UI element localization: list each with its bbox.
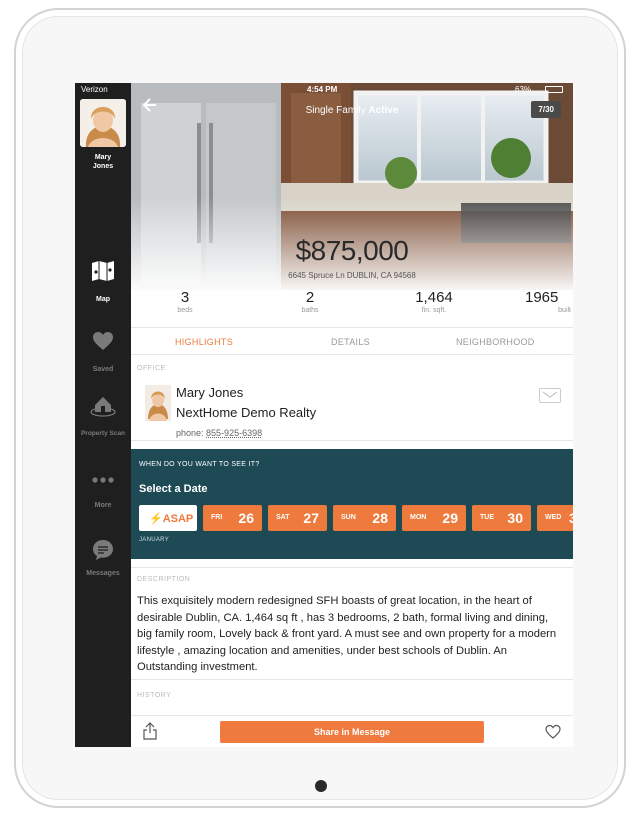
battery-icon [545, 86, 563, 93]
stat-built: 1965 built [525, 289, 573, 314]
user-last-name: Jones [92, 163, 114, 170]
divider [131, 679, 573, 680]
history-section-label: HISTORY [137, 692, 172, 699]
clock-text: 4:54 PM [307, 85, 338, 94]
phone-prefix: phone: [176, 428, 204, 438]
listing-type: Single Family [305, 105, 366, 116]
heart-icon[interactable] [91, 329, 115, 353]
stat-label: baths [301, 307, 319, 314]
stat-beds: 3 beds [145, 289, 225, 314]
date-wed-button[interactable]: WED 31 [537, 505, 573, 531]
chat-bubble-icon[interactable] [91, 538, 115, 562]
bottom-action-bar: Share in Message [131, 715, 573, 747]
listing-type-status: Single Family Active [131, 105, 573, 116]
battery-text: 63% [515, 85, 532, 94]
camera-dot [315, 780, 327, 792]
schedule-title: Select a Date [139, 483, 208, 495]
listing-status: Active [368, 105, 399, 116]
day-name: SAT [276, 514, 290, 521]
day-date: 29 [442, 510, 458, 526]
agent-name: Mary Jones [176, 385, 244, 400]
date-mon-button[interactable]: MON 29 [402, 505, 466, 531]
divider [131, 567, 573, 568]
stat-value: 3 [180, 289, 190, 306]
user-first-name: Mary [94, 154, 112, 161]
sidebar-item-saved[interactable]: Saved [75, 365, 131, 374]
description-text: This exquisitely modern redesigned SFH b… [137, 595, 557, 673]
favorite-heart-icon[interactable] [545, 724, 561, 740]
stat-value: 1965 [525, 289, 559, 306]
photo-counter: 7/30 [531, 101, 561, 118]
stat-label: beds [177, 307, 193, 314]
schedule-question: WHEN DO YOU WANT TO SEE IT? [139, 461, 260, 468]
day-date: 27 [303, 510, 319, 526]
day-date: 30 [507, 510, 523, 526]
mail-icon[interactable] [539, 388, 561, 403]
date-asap-button[interactable]: ⚡ASAP [139, 505, 197, 531]
tab-highlights[interactable]: HIGHLIGHTS [175, 337, 233, 347]
schedule-panel: WHEN DO YOU WANT TO SEE IT? Select a Dat… [131, 449, 573, 559]
day-name: FRI [211, 514, 223, 521]
carrier-text: Verizon [81, 85, 108, 94]
detail-tabs: HIGHLIGHTS DETAILS NEIGHBORHOOD [131, 327, 573, 355]
status-bar: Verizon 4:54 PM 63% [75, 83, 573, 97]
day-date: 28 [372, 510, 388, 526]
stat-sqft: 1,464 fin. sqft. [394, 289, 474, 314]
share-icon[interactable] [143, 722, 157, 740]
stat-label: fin. sqft. [421, 307, 447, 314]
agent-photo [145, 385, 171, 421]
listing-price: $875,000 [295, 235, 409, 266]
listing-address: 6645 Spruce Ln DUBLIN, CA 94568 [288, 271, 416, 280]
stat-label: built [558, 307, 571, 314]
share-in-message-button[interactable]: Share in Message [220, 721, 484, 743]
tab-details[interactable]: DETAILS [331, 337, 370, 347]
day-name: SUN [341, 514, 356, 521]
stat-value: 2 [305, 289, 315, 306]
listing-stats: 3 beds 2 baths 1,464 fin. sqft. 1965 bui… [131, 289, 573, 325]
sidebar-item-map[interactable]: Map [75, 295, 131, 304]
asap-label: ⚡ASAP [149, 513, 194, 525]
agent-phone: phone: 855-925-6398 [176, 428, 262, 438]
agent-company: NextHome Demo Realty [176, 405, 317, 420]
app-sidebar: Mary Jones Map Saved Property Scan More [75, 83, 131, 747]
description-section-label: DESCRIPTION [137, 576, 191, 583]
avatar[interactable] [80, 99, 126, 147]
asap-text: ASAP [162, 513, 194, 525]
stat-value: 1,464 [415, 289, 453, 306]
sidebar-item-property-scan[interactable]: Property Scan [75, 429, 131, 438]
date-tue-button[interactable]: TUE 30 [472, 505, 531, 531]
date-sun-button[interactable]: SUN 28 [333, 505, 396, 531]
stat-baths: 2 baths [270, 289, 350, 314]
more-dots-icon[interactable] [91, 475, 115, 485]
house-scan-icon[interactable] [89, 393, 117, 417]
day-date: 31 [569, 510, 573, 526]
map-icon[interactable] [91, 259, 115, 283]
schedule-month: JANUARY [139, 537, 169, 543]
day-name: WED [545, 514, 562, 521]
sidebar-item-more[interactable]: More [75, 501, 131, 510]
day-date: 26 [238, 510, 254, 526]
office-section-label: OFFICE [137, 365, 166, 372]
date-sat-button[interactable]: SAT 27 [268, 505, 327, 531]
tab-neighborhood[interactable]: NEIGHBORHOOD [456, 337, 535, 347]
divider [131, 440, 573, 441]
phone-number-link[interactable]: 855-925-6398 [206, 428, 262, 438]
sidebar-item-messages[interactable]: Messages [75, 569, 131, 578]
app-screen: Verizon 4:54 PM 63% Single Family Active… [75, 83, 573, 747]
date-fri-button[interactable]: FRI 26 [203, 505, 262, 531]
day-name: MON [410, 514, 427, 521]
day-name: TUE [480, 514, 494, 521]
